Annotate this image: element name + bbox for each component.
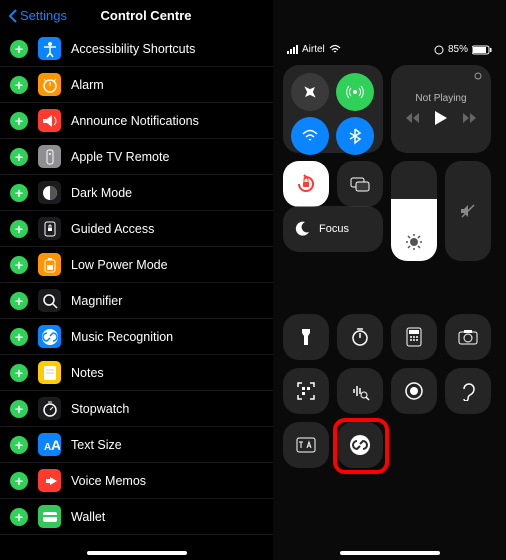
home-indicator[interactable] [87,551,187,555]
control-label: Low Power Mode [71,258,263,272]
media-title: Not Playing [415,93,466,104]
control-row-guided: + Guided Access [0,211,273,247]
sound-recognition-tile[interactable] [337,368,383,414]
add-button[interactable]: + [10,328,28,346]
screen-mirror-tile[interactable] [337,161,383,207]
control-label: Music Recognition [71,330,263,344]
add-button[interactable]: + [10,112,28,130]
control-row-textsize: + AA Text Size [0,427,273,463]
signal-icon [287,45,298,54]
add-button[interactable]: + [10,76,28,94]
airplane-toggle[interactable] [291,73,329,111]
timer-tile[interactable] [337,314,383,360]
lowpower-icon [38,253,61,276]
darkmode-icon [38,181,61,204]
control-row-stopwatch: + Stopwatch [0,391,273,427]
magnifier-icon [38,289,61,312]
screen-record-tile[interactable] [391,368,437,414]
control-label: Dark Mode [71,186,263,200]
add-button[interactable]: + [10,256,28,274]
battery-label: 85% [448,44,468,55]
control-row-lowpower: + Low Power Mode [0,247,273,283]
guided-icon [38,217,61,240]
voicememo-icon [38,469,61,492]
media-tile[interactable]: Not Playing [391,65,491,153]
stopwatch-icon [38,397,61,420]
add-button[interactable]: + [10,436,28,454]
next-track-icon[interactable] [462,112,476,124]
accessibility-icon [38,37,61,60]
control-row-announce: + Announce Notifications [0,103,273,139]
control-label: Stopwatch [71,402,263,416]
page-title: Control Centre [27,8,265,23]
rotation-lock-icon [434,45,444,55]
control-row-notes: + Notes [0,355,273,391]
focus-label: Focus [319,223,349,235]
control-row-voicememo: + Voice Memos [0,463,273,499]
add-button[interactable]: + [10,220,28,238]
brightness-slider[interactable] [391,161,437,261]
cellular-toggle[interactable] [336,73,374,111]
control-row-wallet: + Wallet [0,499,273,535]
announce-icon [38,109,61,132]
brightness-icon [405,233,423,251]
battery-icon [472,45,492,55]
control-label: Text Size [71,438,263,452]
add-button[interactable]: + [10,400,28,418]
airplay-icon [473,71,483,81]
navigation-bar: Settings Control Centre [0,0,273,31]
translate-tile[interactable] [283,422,329,468]
calculator-tile[interactable] [391,314,437,360]
wifi-toggle[interactable] [291,117,329,155]
connectivity-tile[interactable] [283,65,383,153]
control-label: Voice Memos [71,474,263,488]
carrier-label: Airtel [302,44,325,55]
controls-list: + Accessibility Shortcuts+ Alarm+ Announ… [0,31,273,535]
control-label: Wallet [71,510,263,524]
add-button[interactable]: + [10,364,28,382]
svg-text:A: A [51,437,60,453]
control-label: Magnifier [71,294,263,308]
add-button[interactable]: + [10,508,28,526]
control-row-remote: + Apple TV Remote [0,139,273,175]
orientation-lock-tile[interactable] [283,161,329,207]
notes-icon [38,361,61,384]
hearing-tile[interactable] [445,368,491,414]
remote-icon [38,145,61,168]
wifi-icon [329,45,341,54]
control-row-alarm: + Alarm [0,67,273,103]
control-label: Apple TV Remote [71,150,263,164]
control-row-magnifier: + Magnifier [0,283,273,319]
moon-icon [293,220,311,238]
control-label: Guided Access [71,222,263,236]
control-label: Notes [71,366,263,380]
add-button[interactable]: + [10,148,28,166]
add-button[interactable]: + [10,292,28,310]
home-indicator[interactable] [340,551,440,555]
control-label: Accessibility Shortcuts [71,42,263,56]
status-bar: Airtel 85% [273,0,506,65]
volume-slider[interactable] [445,161,491,261]
prev-track-icon[interactable] [406,112,420,124]
bluetooth-toggle[interactable] [336,117,374,155]
add-button[interactable]: + [10,184,28,202]
control-row-accessibility: + Accessibility Shortcuts [0,31,273,67]
control-row-shazam: + Music Recognition [0,319,273,355]
shazam-icon [38,325,61,348]
qr-scanner-tile[interactable] [283,368,329,414]
control-label: Announce Notifications [71,114,263,128]
textsize-icon: AA [38,433,61,456]
add-button[interactable]: + [10,472,28,490]
alarm-icon [38,73,61,96]
flashlight-tile[interactable] [283,314,329,360]
control-label: Alarm [71,78,263,92]
control-row-darkmode: + Dark Mode [0,175,273,211]
play-icon[interactable] [434,110,448,126]
camera-tile[interactable] [445,314,491,360]
shazam-tile[interactable] [337,422,383,468]
wallet-icon [38,505,61,528]
focus-tile[interactable]: Focus [283,206,383,252]
add-button[interactable]: + [10,40,28,58]
